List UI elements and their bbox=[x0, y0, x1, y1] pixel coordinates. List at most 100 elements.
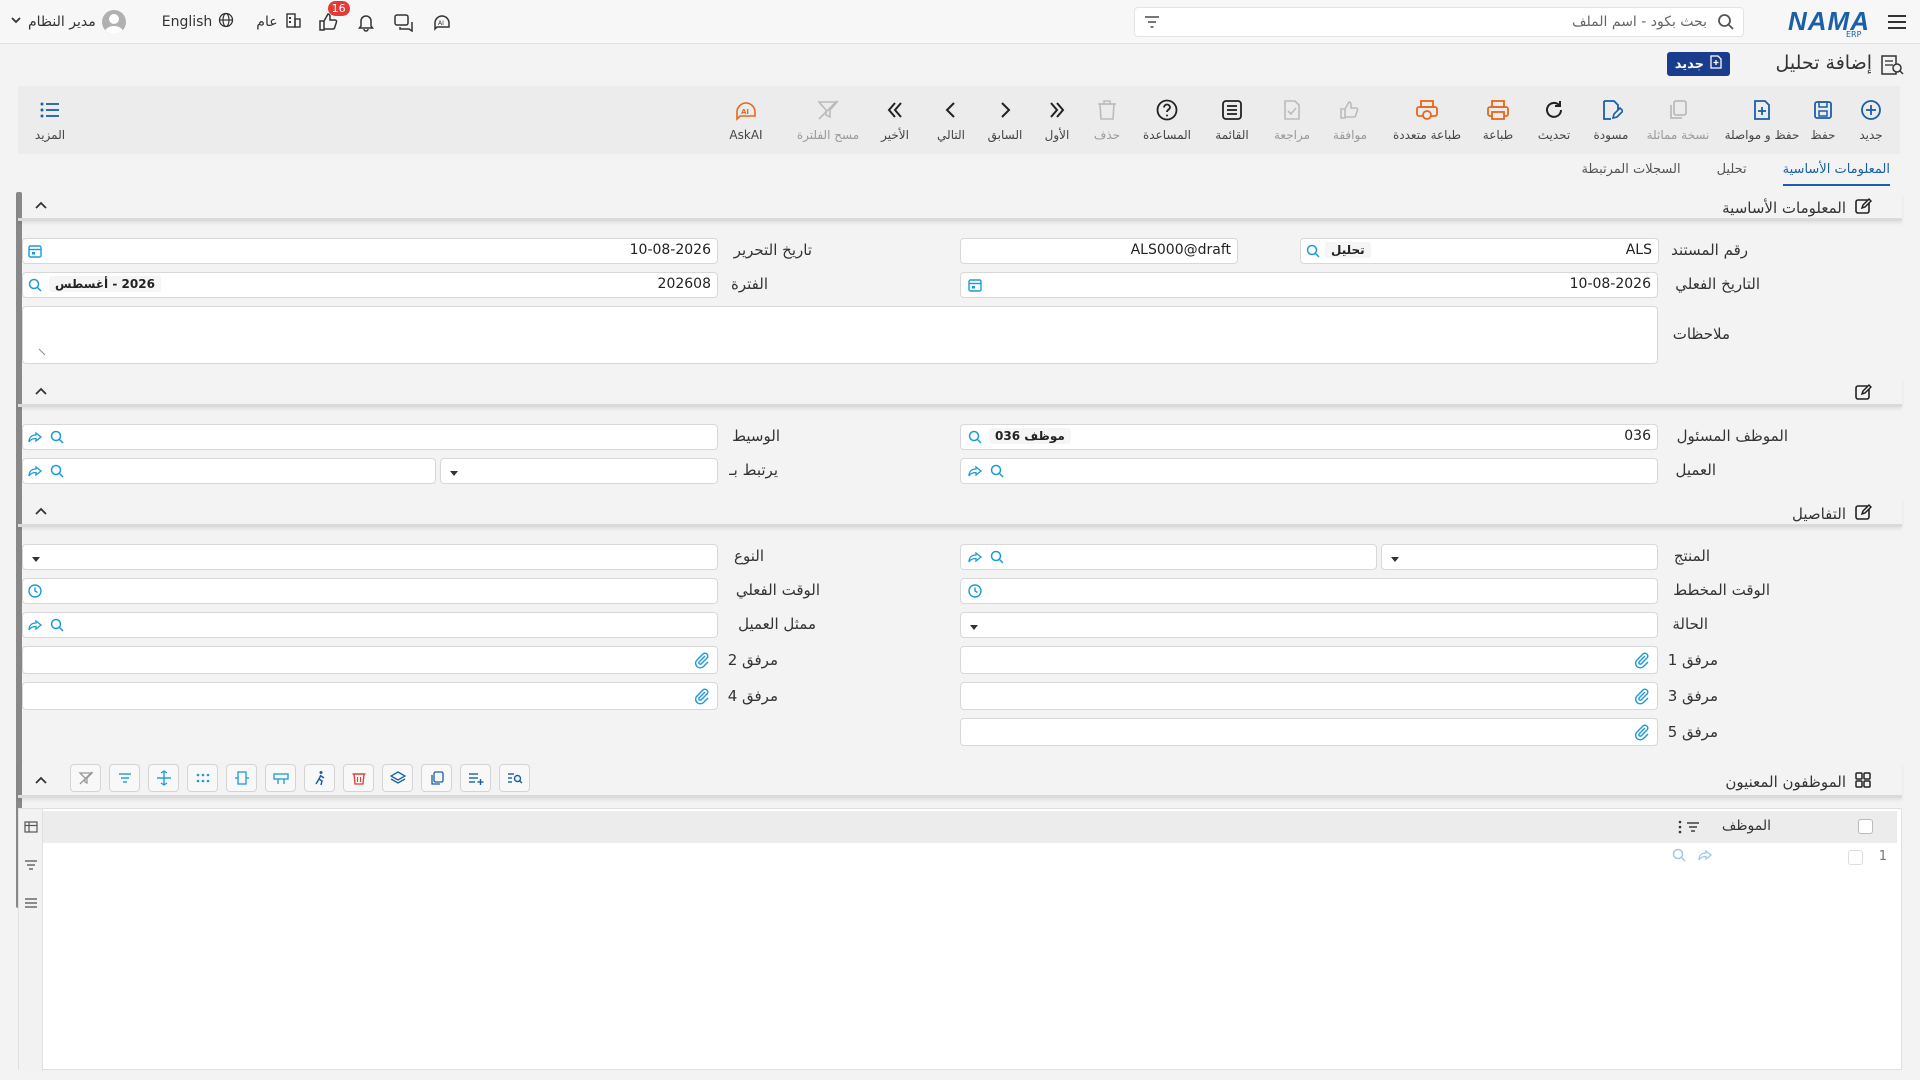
columns-menu-icon[interactable] bbox=[23, 895, 39, 915]
menu-icon[interactable] bbox=[1886, 11, 1908, 33]
add-row-icon[interactable] bbox=[460, 764, 491, 792]
search-icon[interactable] bbox=[49, 463, 65, 483]
row-checkbox[interactable] bbox=[1848, 850, 1863, 865]
section-header-basic[interactable]: المعلومات الأساسية bbox=[18, 193, 1902, 221]
scope-switch[interactable]: عام bbox=[256, 11, 301, 33]
filter-icon[interactable] bbox=[23, 857, 39, 877]
search-box[interactable] bbox=[1134, 7, 1744, 37]
notes-textarea[interactable] bbox=[22, 306, 1658, 364]
dots-grid-icon[interactable] bbox=[187, 764, 218, 792]
first-button[interactable]: الأول bbox=[1034, 96, 1080, 142]
column-filter-icon[interactable] bbox=[1685, 819, 1701, 839]
search-list-icon[interactable] bbox=[499, 764, 530, 792]
walk-icon[interactable] bbox=[304, 764, 335, 792]
table-insert-icon[interactable] bbox=[265, 764, 296, 792]
linked-type-select[interactable] bbox=[440, 458, 718, 484]
doc-no-prefix-field[interactable]: ALS تحليل bbox=[1300, 238, 1659, 264]
list-button[interactable]: القائمة bbox=[1204, 96, 1260, 142]
search-input[interactable] bbox=[1187, 11, 1707, 33]
duplicate-button[interactable]: نسخة مماثلة bbox=[1638, 96, 1718, 142]
delete-button[interactable]: حذف bbox=[1082, 96, 1132, 142]
resize-handle-icon[interactable] bbox=[37, 345, 47, 361]
table-icon[interactable] bbox=[23, 819, 39, 839]
language-switch[interactable]: English bbox=[162, 12, 235, 32]
customer-field[interactable] bbox=[960, 458, 1658, 484]
chat-icon[interactable] bbox=[392, 10, 416, 34]
share-icon[interactable] bbox=[967, 463, 983, 483]
product-type-select[interactable] bbox=[1381, 544, 1658, 570]
planned-time-field[interactable] bbox=[960, 578, 1658, 604]
paperclip-icon[interactable] bbox=[693, 687, 711, 709]
broker-field[interactable] bbox=[22, 424, 718, 450]
approvals-button[interactable]: 16 bbox=[316, 1, 350, 34]
period-field[interactable]: 202608 2026 - أغسطس bbox=[22, 272, 718, 298]
clear-filter-button[interactable]: مسح الفلترة bbox=[790, 96, 866, 142]
column-width-icon[interactable] bbox=[226, 764, 257, 792]
search-icon[interactable] bbox=[967, 429, 983, 445]
chevron-up-icon[interactable] bbox=[34, 505, 48, 521]
filter-icon[interactable] bbox=[109, 764, 140, 792]
calendar-icon[interactable] bbox=[967, 277, 983, 293]
clock-icon[interactable] bbox=[967, 583, 983, 599]
search-icon[interactable] bbox=[989, 463, 1005, 483]
attachment-4-field[interactable] bbox=[22, 682, 718, 710]
draft-button[interactable]: مسودة bbox=[1583, 96, 1639, 142]
search-icon[interactable] bbox=[49, 429, 65, 449]
ai-assistant-icon[interactable]: AI bbox=[430, 10, 454, 34]
row-share-icon[interactable] bbox=[1697, 847, 1713, 867]
refresh-button[interactable]: تحديث bbox=[1526, 96, 1582, 142]
next-button[interactable]: التالي bbox=[926, 96, 976, 142]
review-button[interactable]: مراجعة bbox=[1264, 96, 1320, 142]
share-icon[interactable] bbox=[27, 429, 43, 449]
multi-print-button[interactable]: طباعة متعددة bbox=[1384, 96, 1470, 142]
help-button[interactable]: المساعدة bbox=[1134, 96, 1200, 142]
row-search-icon[interactable] bbox=[1671, 847, 1687, 867]
paperclip-icon[interactable] bbox=[1633, 723, 1651, 745]
search-icon[interactable] bbox=[27, 277, 43, 293]
status-select[interactable] bbox=[960, 612, 1658, 638]
search-icon[interactable] bbox=[1305, 243, 1321, 263]
attachment-5-field[interactable] bbox=[960, 718, 1658, 746]
column-header-employee[interactable]: الموظف bbox=[1722, 818, 1771, 834]
paperclip-icon[interactable] bbox=[693, 651, 711, 673]
calendar-icon[interactable] bbox=[27, 243, 43, 259]
user-menu[interactable]: مدير النظام bbox=[10, 10, 126, 34]
column-menu-icon[interactable] bbox=[1677, 819, 1683, 839]
share-icon[interactable] bbox=[27, 617, 43, 637]
linked-record-field[interactable] bbox=[22, 458, 436, 484]
chevron-up-icon[interactable] bbox=[34, 774, 48, 790]
approve-button[interactable]: موافقة bbox=[1322, 96, 1378, 142]
tab-basic-info[interactable]: المعلومات الأساسية bbox=[1782, 158, 1890, 186]
clear-filter-icon[interactable] bbox=[70, 764, 101, 792]
section-header-details[interactable]: التفاصيل bbox=[18, 499, 1902, 527]
table-row[interactable]: 1 bbox=[43, 843, 1897, 871]
search-icon[interactable] bbox=[49, 617, 65, 637]
employee-field[interactable]: 036 موظف 036 bbox=[960, 424, 1658, 450]
clock-icon[interactable] bbox=[27, 583, 43, 599]
paperclip-icon[interactable] bbox=[1633, 651, 1651, 673]
save-continue-button[interactable]: حفظ و مواصلة bbox=[1718, 96, 1806, 142]
attachment-2-field[interactable] bbox=[22, 646, 718, 674]
edit-date-field[interactable]: 10-08-2026 bbox=[22, 238, 718, 264]
new-button[interactable]: جديد bbox=[1846, 96, 1896, 142]
section-header-assignment[interactable] bbox=[18, 379, 1902, 407]
search-icon[interactable] bbox=[989, 549, 1005, 569]
layers-icon[interactable] bbox=[382, 764, 413, 792]
share-icon[interactable] bbox=[967, 549, 983, 569]
actual-time-field[interactable] bbox=[22, 578, 718, 604]
bell-icon[interactable] bbox=[354, 10, 378, 34]
print-button[interactable]: طباعة bbox=[1470, 96, 1526, 142]
customer-rep-field[interactable] bbox=[22, 612, 718, 638]
attachment-1-field[interactable] bbox=[960, 646, 1658, 674]
previous-button[interactable]: السابق bbox=[980, 96, 1030, 142]
filter-icon[interactable] bbox=[1143, 14, 1161, 34]
product-field[interactable] bbox=[960, 544, 1377, 570]
move-icon[interactable] bbox=[148, 764, 179, 792]
paperclip-icon[interactable] bbox=[1633, 687, 1651, 709]
more-button[interactable]: المزيد bbox=[22, 96, 78, 142]
actual-date-field[interactable]: 10-08-2026 bbox=[960, 272, 1658, 298]
type-select[interactable] bbox=[22, 544, 718, 570]
askai-button[interactable]: AI AskAI bbox=[718, 96, 774, 142]
chevron-up-icon[interactable] bbox=[34, 385, 48, 401]
trash-icon[interactable] bbox=[343, 764, 374, 792]
